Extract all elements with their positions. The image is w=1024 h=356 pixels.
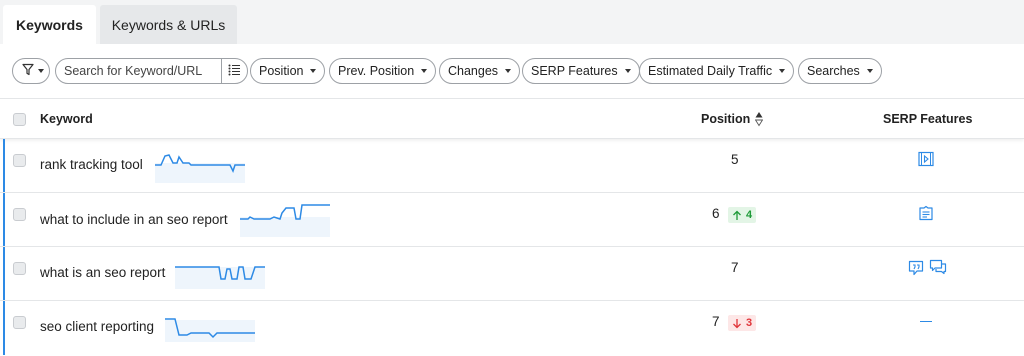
position-sparkline bbox=[155, 154, 245, 183]
row-accent-bar bbox=[3, 247, 5, 300]
filter-bar: Position Prev. Position Changes SERP Fea… bbox=[12, 58, 1012, 84]
position-change-badge: 3 bbox=[728, 315, 757, 331]
keyword-text[interactable]: rank tracking tool bbox=[40, 157, 143, 172]
filter-serp-features-label: SERP Features bbox=[531, 64, 618, 78]
funnel-icon bbox=[22, 63, 34, 79]
arrow-down-icon bbox=[733, 318, 741, 328]
table-row: rank tracking tool 5 bbox=[0, 139, 1024, 193]
table-row: what to include in an seo report 6 4 bbox=[0, 193, 1024, 247]
search-input[interactable] bbox=[56, 59, 221, 83]
keyword-text[interactable]: what to include in an seo report bbox=[40, 212, 228, 227]
list-icon bbox=[228, 64, 241, 79]
tab-keywords[interactable]: Keywords bbox=[3, 5, 96, 44]
chevron-down-icon bbox=[866, 69, 873, 73]
position-sparkline bbox=[175, 266, 265, 289]
position-sparkline bbox=[240, 204, 330, 237]
table-row: what is an seo report 7 bbox=[0, 247, 1024, 301]
row-checkbox[interactable] bbox=[13, 262, 26, 275]
filter-searches[interactable]: Searches bbox=[798, 58, 882, 84]
position-sparkline bbox=[165, 318, 255, 342]
sort-icon[interactable] bbox=[754, 111, 764, 130]
select-all-checkbox[interactable] bbox=[13, 113, 26, 126]
position-value: 7 bbox=[712, 314, 720, 329]
position-change-value: 4 bbox=[746, 209, 753, 221]
filter-position-label: Position bbox=[259, 64, 304, 78]
bulk-list-button[interactable] bbox=[222, 59, 247, 83]
table-row: seo client reporting 7 3 bbox=[0, 301, 1024, 355]
row-accent-bar bbox=[3, 193, 5, 246]
filter-searches-label: Searches bbox=[807, 64, 860, 78]
column-header-position[interactable]: Position bbox=[701, 112, 750, 126]
filter-prev-position-label: Prev. Position bbox=[338, 64, 415, 78]
position-value: 6 bbox=[712, 206, 720, 221]
arrow-up-icon bbox=[733, 210, 741, 220]
chevron-down-icon bbox=[779, 69, 786, 73]
featured-snippet-icon bbox=[918, 205, 934, 224]
chevron-down-icon bbox=[310, 69, 317, 73]
chevron-down-icon bbox=[624, 69, 631, 73]
filter-serp-features[interactable]: SERP Features bbox=[522, 58, 640, 84]
row-accent-bar bbox=[3, 301, 5, 355]
row-checkbox[interactable] bbox=[13, 154, 26, 167]
filter-estimated-daily-traffic[interactable]: Estimated Daily Traffic bbox=[639, 58, 795, 84]
position-value: 7 bbox=[731, 260, 739, 275]
filter-changes[interactable]: Changes bbox=[439, 58, 521, 84]
chevron-down-icon bbox=[505, 69, 512, 73]
filter-changes-label: Changes bbox=[448, 64, 499, 78]
no-serp-features-dash bbox=[920, 321, 932, 322]
chevron-down-icon bbox=[421, 69, 428, 73]
search-box bbox=[55, 58, 248, 84]
keyword-text[interactable]: what is an seo report bbox=[40, 265, 165, 280]
keyword-text[interactable]: seo client reporting bbox=[40, 319, 154, 334]
video-icon bbox=[918, 151, 934, 170]
table-header: Keyword Position SERP Features bbox=[0, 99, 1024, 139]
quote-icon bbox=[908, 260, 924, 279]
tab-bar: Keywords Keywords & URLs bbox=[0, 0, 1024, 44]
filter-prev-position[interactable]: Prev. Position bbox=[329, 58, 437, 84]
reviews-icon bbox=[929, 259, 947, 278]
position-value: 5 bbox=[731, 152, 739, 167]
column-header-serp-features[interactable]: SERP Features bbox=[883, 112, 972, 126]
filter-traffic-label: Estimated Daily Traffic bbox=[648, 64, 773, 78]
filter-menu-button[interactable] bbox=[12, 58, 50, 84]
tab-keywords-urls[interactable]: Keywords & URLs bbox=[100, 5, 237, 44]
chevron-down-icon bbox=[38, 69, 44, 73]
row-checkbox[interactable] bbox=[13, 208, 26, 221]
column-header-keyword[interactable]: Keyword bbox=[40, 112, 93, 126]
row-accent-bar bbox=[3, 139, 5, 192]
row-checkbox[interactable] bbox=[13, 316, 26, 329]
filter-position[interactable]: Position bbox=[250, 58, 326, 84]
position-change-value: 3 bbox=[746, 317, 753, 329]
position-change-badge: 4 bbox=[728, 207, 757, 223]
